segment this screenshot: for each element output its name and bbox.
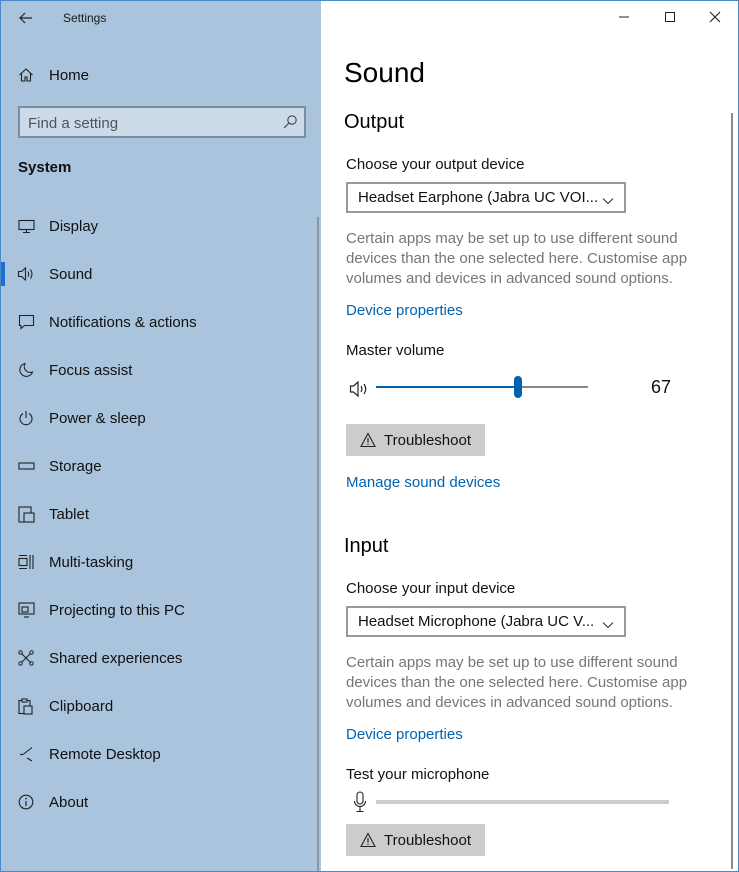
minimize-icon [619, 16, 629, 18]
input-device-value: Headset Microphone (Jabra UC V... [358, 613, 595, 630]
sidebar-item-label: Multi-tasking [49, 553, 134, 571]
sidebar-item-label: Display [49, 217, 99, 235]
nav-home[interactable]: Home [1, 57, 321, 93]
warning-icon [360, 832, 376, 848]
output-troubleshoot-label: Troubleshoot [384, 431, 471, 449]
projecting-icon [17, 601, 35, 619]
sidebar-item-label: Tablet [49, 505, 90, 523]
input-device-properties-link[interactable]: Device properties [346, 726, 463, 743]
output-troubleshoot-button[interactable]: Troubleshoot [346, 424, 485, 456]
selection-indicator [1, 262, 5, 286]
sidebar-item-label: Storage [49, 457, 102, 475]
output-heading: Output [344, 111, 405, 133]
notification-icon [17, 313, 35, 331]
sidebar-item-display[interactable]: Display [1, 206, 317, 246]
maximize-button[interactable] [647, 1, 693, 33]
speaker-icon [17, 265, 35, 283]
microphone-level-meter [376, 800, 669, 804]
close-button[interactable] [692, 1, 738, 33]
sidebar-item-power-sleep[interactable]: Power & sleep [1, 398, 317, 438]
main-scrollbar[interactable] [731, 113, 733, 869]
sidebar: Settings Home System Display Sound No [1, 1, 321, 871]
main-content: Sound Output Choose your output device H… [321, 1, 738, 871]
sidebar-item-label: Remote Desktop [49, 745, 161, 763]
minimize-button[interactable] [601, 1, 647, 33]
sidebar-item-label: Notifications & actions [49, 313, 197, 331]
output-device-value: Headset Earphone (Jabra UC VOI... [358, 189, 599, 206]
back-arrow-icon [19, 12, 32, 24]
output-device-properties-link[interactable]: Device properties [346, 302, 463, 319]
sidebar-item-label: Projecting to this PC [49, 601, 185, 619]
test-microphone-label: Test your microphone [346, 766, 490, 783]
nav-home-label: Home [49, 66, 90, 84]
section-title: System [18, 159, 72, 176]
volume-value: 67 [650, 377, 671, 397]
sidebar-item-storage[interactable]: Storage [1, 446, 317, 486]
monitor-icon [17, 217, 35, 235]
chevron-down-icon [602, 617, 614, 629]
chevron-down-icon [602, 193, 614, 205]
manage-sound-devices-link[interactable]: Manage sound devices [346, 474, 500, 491]
storage-icon [17, 457, 35, 475]
master-volume-slider[interactable] [376, 376, 588, 398]
volume-slider-fill [376, 386, 518, 388]
multitasking-icon [17, 553, 35, 571]
sidebar-item-tablet[interactable]: Tablet [1, 494, 317, 534]
sidebar-item-clipboard[interactable]: Clipboard [1, 686, 317, 726]
sidebar-item-label: Shared experiences [49, 649, 183, 667]
back-button[interactable] [11, 6, 41, 30]
sidebar-scrollbar[interactable] [317, 217, 319, 871]
input-device-label: Choose your input device [346, 580, 516, 597]
input-device-dropdown[interactable]: Headset Microphone (Jabra UC V... [346, 606, 626, 637]
home-icon [17, 66, 35, 84]
moon-icon [17, 361, 35, 379]
shared-icon [17, 649, 35, 667]
sidebar-item-shared-experiences[interactable]: Shared experiences [1, 638, 317, 678]
sidebar-item-label: Power & sleep [49, 409, 146, 427]
tablet-icon [17, 505, 35, 523]
sidebar-item-label: About [49, 793, 89, 811]
search-input[interactable] [28, 113, 268, 133]
search-icon[interactable] [282, 114, 298, 130]
sidebar-item-label: Clipboard [49, 697, 114, 715]
microphone-icon [353, 791, 367, 813]
output-device-dropdown[interactable]: Headset Earphone (Jabra UC VOI... [346, 182, 626, 213]
warning-icon [360, 432, 376, 448]
sidebar-item-multitasking[interactable]: Multi-tasking [1, 542, 317, 582]
power-icon [17, 409, 35, 427]
output-description: Certain apps may be set up to use differ… [346, 230, 688, 287]
sidebar-item-label: Sound [49, 265, 93, 283]
sidebar-item-sound[interactable]: Sound [1, 254, 317, 294]
settings-window: Settings Home System Display Sound No [0, 0, 739, 872]
info-icon [17, 793, 35, 811]
search-box[interactable] [18, 106, 306, 138]
input-heading: Input [344, 535, 389, 557]
sidebar-item-projecting[interactable]: Projecting to this PC [1, 590, 317, 630]
close-icon [709, 11, 721, 23]
volume-slider-thumb[interactable] [514, 376, 522, 398]
input-troubleshoot-label: Troubleshoot [384, 831, 471, 849]
output-device-label: Choose your output device [346, 156, 525, 173]
input-troubleshoot-button[interactable]: Troubleshoot [346, 824, 485, 856]
remote-desktop-icon [17, 745, 35, 763]
sidebar-item-focus-assist[interactable]: Focus assist [1, 350, 317, 390]
app-title: Settings [63, 11, 107, 25]
input-description: Certain apps may be set up to use differ… [346, 654, 688, 711]
sidebar-item-remote-desktop[interactable]: Remote Desktop [1, 734, 317, 774]
sidebar-item-notifications[interactable]: Notifications & actions [1, 302, 317, 342]
volume-icon[interactable] [349, 379, 371, 399]
maximize-icon [665, 12, 675, 22]
clipboard-icon [17, 697, 35, 715]
master-volume-label: Master volume [346, 342, 445, 359]
sidebar-item-about[interactable]: About [1, 782, 317, 822]
sidebar-item-label: Focus assist [49, 361, 133, 379]
page-title: Sound [344, 57, 425, 88]
